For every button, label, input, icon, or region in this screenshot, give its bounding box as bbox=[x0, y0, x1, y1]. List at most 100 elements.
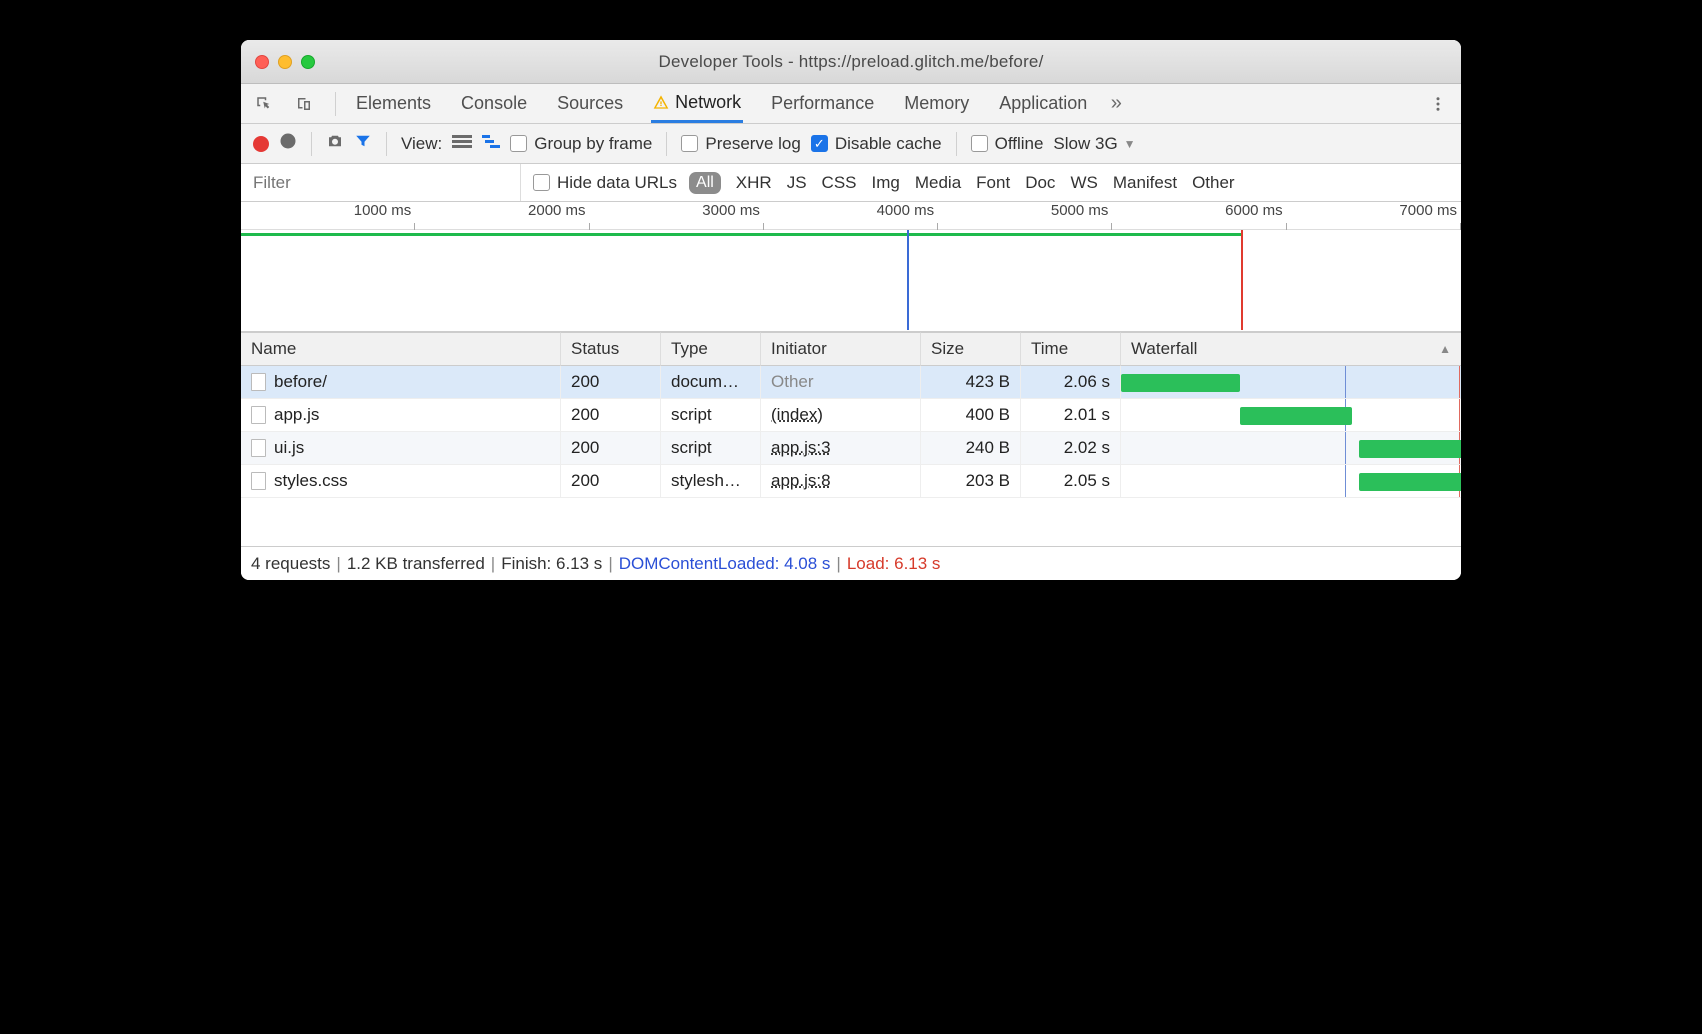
table-row[interactable]: app.js200script(index)400 B2.01 s bbox=[241, 399, 1461, 432]
cell-waterfall bbox=[1121, 432, 1461, 465]
screenshot-toggle-icon[interactable] bbox=[326, 132, 344, 155]
load-marker-line bbox=[1459, 366, 1460, 398]
status-load: Load: 6.13 s bbox=[847, 554, 941, 574]
cell-type: stylesh… bbox=[661, 465, 761, 498]
sort-arrow-icon: ▲ bbox=[1439, 342, 1451, 356]
cell-name: styles.css bbox=[241, 465, 561, 498]
column-header-type[interactable]: Type bbox=[661, 332, 761, 366]
tab-label: Network bbox=[675, 92, 741, 113]
device-toolbar-icon[interactable] bbox=[291, 91, 317, 117]
record-button[interactable] bbox=[253, 136, 269, 152]
cell-initiator: (index) bbox=[761, 399, 921, 432]
offline-label: Offline bbox=[995, 134, 1044, 154]
filter-type-all[interactable]: All bbox=[689, 172, 721, 194]
cell-name: ui.js bbox=[241, 432, 561, 465]
tab-memory[interactable]: Memory bbox=[902, 84, 971, 123]
tabs-overflow-button[interactable]: » bbox=[1103, 91, 1129, 117]
network-toolbar: View: Group by frame Preserve log ✓Disab… bbox=[241, 124, 1461, 164]
ruler-tick: 6000 ms bbox=[1112, 202, 1286, 229]
view-large-rows-icon[interactable] bbox=[452, 134, 472, 154]
initiator-link[interactable]: (index) bbox=[771, 405, 823, 425]
tab-network[interactable]: Network bbox=[651, 84, 743, 123]
filter-toggle-icon[interactable] bbox=[354, 132, 372, 155]
column-header-label: Initiator bbox=[771, 339, 827, 359]
column-header-initiator[interactable]: Initiator bbox=[761, 332, 921, 366]
cell-initiator: Other bbox=[761, 366, 921, 399]
table-row[interactable]: ui.js200scriptapp.js:3240 B2.02 s bbox=[241, 432, 1461, 465]
dcl-marker-line bbox=[1345, 432, 1346, 464]
clear-button[interactable] bbox=[279, 132, 297, 155]
waterfall-bar bbox=[1240, 407, 1352, 425]
cell-initiator: app.js:8 bbox=[761, 465, 921, 498]
window-controls bbox=[255, 55, 315, 69]
filter-type-other[interactable]: Other bbox=[1192, 173, 1235, 193]
cell-size: 203 B bbox=[921, 465, 1021, 498]
filter-type-font[interactable]: Font bbox=[976, 173, 1010, 193]
maximize-window-button[interactable] bbox=[301, 55, 315, 69]
column-header-label: Status bbox=[571, 339, 619, 359]
cell-waterfall bbox=[1121, 366, 1461, 399]
filter-type-media[interactable]: Media bbox=[915, 173, 961, 193]
column-header-size[interactable]: Size bbox=[921, 332, 1021, 366]
filter-type-manifest[interactable]: Manifest bbox=[1113, 173, 1177, 193]
warning-icon bbox=[653, 94, 669, 110]
cell-status: 200 bbox=[561, 432, 661, 465]
tab-label: Application bbox=[999, 93, 1087, 114]
table-row[interactable]: styles.css200stylesh…app.js:8203 B2.05 s bbox=[241, 465, 1461, 498]
dcl-marker-line bbox=[1345, 465, 1346, 497]
cell-type: script bbox=[661, 399, 761, 432]
tab-label: Memory bbox=[904, 93, 969, 114]
status-requests: 4 requests bbox=[251, 554, 330, 574]
ruler-tick: 7000 ms bbox=[1287, 202, 1461, 229]
view-label: View: bbox=[401, 134, 442, 154]
overflow-glyph: » bbox=[1111, 92, 1122, 115]
hide-data-urls-label: Hide data URLs bbox=[557, 173, 677, 193]
group-by-frame-checkbox[interactable]: Group by frame bbox=[510, 134, 652, 154]
filter-input[interactable] bbox=[241, 164, 521, 201]
disable-cache-checkbox[interactable]: ✓Disable cache bbox=[811, 134, 942, 154]
tab-performance[interactable]: Performance bbox=[769, 84, 876, 123]
inspect-element-icon[interactable] bbox=[251, 91, 277, 117]
filter-type-img[interactable]: Img bbox=[872, 173, 900, 193]
column-header-status[interactable]: Status bbox=[561, 332, 661, 366]
file-icon bbox=[251, 406, 266, 424]
throttling-select[interactable]: Slow 3G ▼ bbox=[1053, 134, 1135, 154]
cell-name: before/ bbox=[241, 366, 561, 399]
filter-type-css[interactable]: CSS bbox=[822, 173, 857, 193]
table-row[interactable]: before/200docum…Other423 B2.06 s bbox=[241, 366, 1461, 399]
load-marker-line bbox=[1459, 399, 1460, 431]
filter-types: All XHR JS CSS Img Media Font Doc WS Manifest Othe… bbox=[689, 172, 1245, 194]
column-header-name[interactable]: Name bbox=[241, 332, 561, 366]
filter-type-ws[interactable]: WS bbox=[1070, 173, 1097, 193]
minimize-window-button[interactable] bbox=[278, 55, 292, 69]
cell-status: 200 bbox=[561, 399, 661, 432]
initiator-link[interactable]: app.js:3 bbox=[771, 438, 831, 458]
filter-type-xhr[interactable]: XHR bbox=[736, 173, 772, 193]
tab-application[interactable]: Application bbox=[997, 84, 1089, 123]
filter-type-doc[interactable]: Doc bbox=[1025, 173, 1055, 193]
request-name: app.js bbox=[274, 405, 319, 425]
hide-data-urls-checkbox[interactable]: Hide data URLs bbox=[533, 173, 677, 193]
column-header-waterfall[interactable]: Waterfall▲ bbox=[1121, 332, 1461, 366]
throttling-value: Slow 3G bbox=[1053, 134, 1117, 154]
filter-type-js[interactable]: JS bbox=[787, 173, 807, 193]
tab-elements[interactable]: Elements bbox=[354, 84, 433, 123]
separator bbox=[335, 92, 336, 116]
column-header-time[interactable]: Time bbox=[1021, 332, 1121, 366]
timeline-overview[interactable]: 1000 ms2000 ms3000 ms4000 ms5000 ms6000 … bbox=[241, 202, 1461, 332]
requests-header-row: Name Status Type Initiator SizeTimeWaterfall… bbox=[241, 332, 1461, 366]
close-window-button[interactable] bbox=[255, 55, 269, 69]
offline-checkbox[interactable]: Offline bbox=[971, 134, 1044, 154]
status-dcl: DOMContentLoaded: 4.08 s bbox=[619, 554, 831, 574]
tab-sources[interactable]: Sources bbox=[555, 84, 625, 123]
preserve-log-label: Preserve log bbox=[705, 134, 800, 154]
cell-time: 2.05 s bbox=[1021, 465, 1121, 498]
request-name: styles.css bbox=[274, 471, 348, 491]
more-options-button[interactable] bbox=[1425, 91, 1451, 117]
requests-body: before/200docum…Other423 B2.06 s app.js 20… bbox=[241, 366, 1461, 546]
initiator-link[interactable]: app.js:8 bbox=[771, 471, 831, 491]
devtools-window: Developer Tools - https://preload.glitch… bbox=[241, 40, 1461, 580]
preserve-log-checkbox[interactable]: Preserve log bbox=[681, 134, 800, 154]
tab-console[interactable]: Console bbox=[459, 84, 529, 123]
view-waterfall-icon[interactable] bbox=[482, 134, 500, 154]
